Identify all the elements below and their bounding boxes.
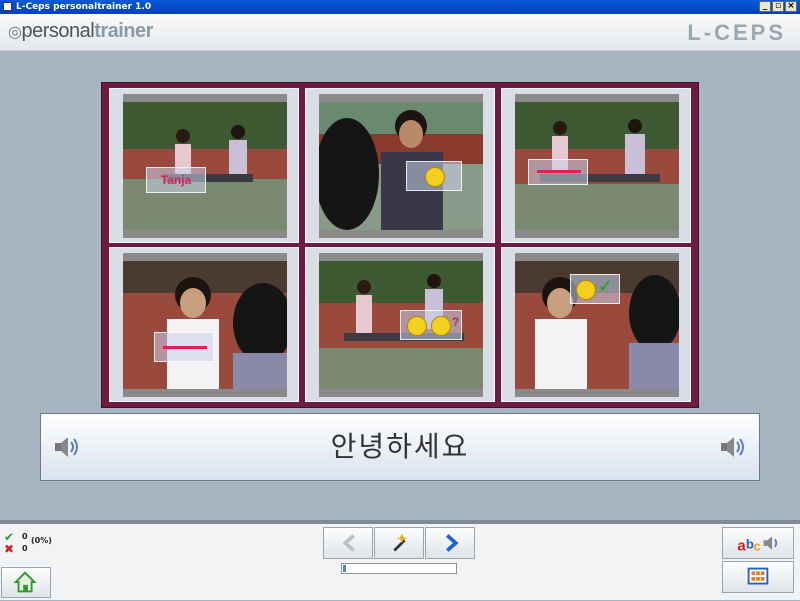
app-icon bbox=[3, 2, 12, 11]
magic-wand-icon bbox=[393, 533, 408, 552]
score-panel: ✔ 0 ✖ 0 (0%) bbox=[4, 530, 52, 556]
tile-1-overlay: Tanja bbox=[146, 167, 206, 193]
next-button[interactable] bbox=[425, 527, 475, 559]
close-button[interactable]: × bbox=[785, 1, 797, 12]
tile-6-overlay: ✓ bbox=[570, 274, 620, 304]
wrong-cross-icon: ✖ bbox=[4, 542, 15, 556]
smiley-icon bbox=[576, 280, 596, 300]
back-button[interactable] bbox=[323, 527, 373, 559]
wrong-count: 0 bbox=[22, 544, 28, 553]
speaker-icon[interactable] bbox=[719, 435, 747, 459]
checkmark-icon: ✓ bbox=[598, 276, 614, 297]
phrase-bar: 안녕하세요 bbox=[40, 413, 760, 481]
sad-smiley-icon bbox=[431, 316, 451, 336]
abc-audio-icon: a b c bbox=[737, 536, 778, 555]
smiley-icon bbox=[425, 167, 445, 187]
window-titlebar: L-Ceps personaltrainer 1.0 _ ▫ × bbox=[0, 0, 800, 14]
picture-tile-6[interactable]: ✓ bbox=[501, 247, 691, 402]
tile-3-overlay bbox=[528, 159, 588, 185]
picture-tile-2[interactable] bbox=[305, 88, 495, 243]
grid-view-button[interactable] bbox=[722, 561, 794, 593]
arrows-icon bbox=[537, 170, 581, 173]
picture-tile-1[interactable]: Tanja bbox=[109, 88, 299, 243]
score-percent: (0%) bbox=[31, 536, 52, 545]
tile-2-overlay bbox=[406, 161, 462, 191]
correct-count: 0 bbox=[22, 532, 28, 541]
arrows-icon bbox=[163, 346, 207, 349]
home-icon bbox=[13, 571, 37, 593]
progress-fill bbox=[343, 565, 347, 572]
restore-button[interactable]: ▫ bbox=[772, 1, 784, 12]
svg-text:c: c bbox=[753, 539, 760, 554]
phrase-text: 안녕하세요 bbox=[330, 430, 470, 463]
tile-4-overlay bbox=[154, 332, 214, 362]
progress-bar bbox=[341, 563, 457, 574]
picture-grid: Tanja ? ✓ bbox=[101, 82, 699, 408]
minimize-button[interactable]: _ bbox=[759, 1, 771, 12]
picture-tile-5[interactable]: ? bbox=[305, 247, 495, 402]
hint-button[interactable] bbox=[374, 527, 424, 559]
home-button[interactable] bbox=[1, 567, 51, 598]
picture-tile-3[interactable] bbox=[501, 88, 691, 243]
photo-4 bbox=[123, 253, 287, 389]
happy-smiley-icon bbox=[407, 316, 427, 336]
window-title: L-Ceps personaltrainer 1.0 bbox=[16, 2, 152, 12]
picture-tile-4[interactable] bbox=[109, 247, 299, 402]
tile-5-overlay: ? bbox=[400, 310, 462, 340]
grid-icon bbox=[747, 567, 769, 585]
lceps-logo: L-CEPS bbox=[687, 20, 786, 45]
question-mark-icon: ? bbox=[452, 315, 460, 329]
arrow-right-icon bbox=[446, 534, 459, 552]
arrow-left-icon bbox=[342, 534, 355, 552]
photo-1 bbox=[123, 94, 287, 230]
abc-audio-button[interactable]: a b c bbox=[722, 527, 794, 559]
app-header: ◎personaltrainer L-CEPS bbox=[0, 14, 800, 51]
personaltrainer-logo: ◎personaltrainer bbox=[8, 20, 153, 42]
